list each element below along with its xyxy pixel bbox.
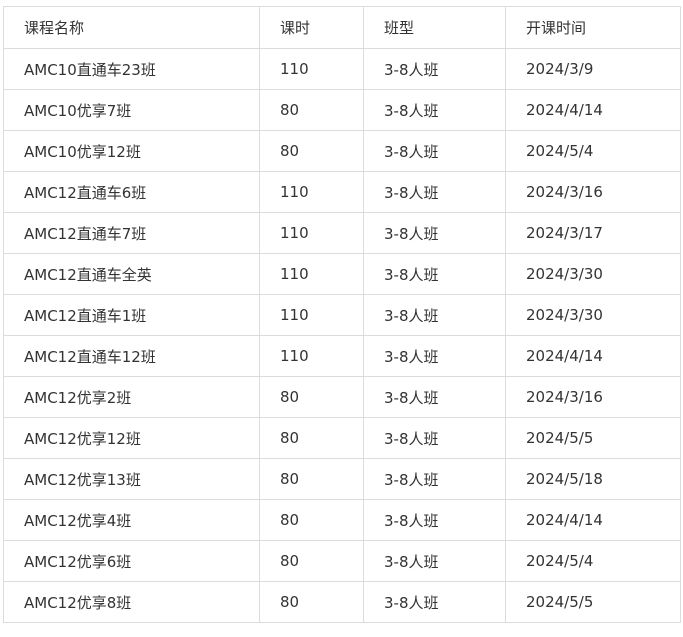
- cell-class-type: 3-8人班: [363, 253, 506, 295]
- cell-start-date: 2024/3/16: [505, 171, 681, 213]
- header-start-date: 开课时间: [505, 6, 681, 49]
- cell-class-type: 3-8人班: [363, 294, 506, 336]
- cell-course-name: AMC12直通车全英: [3, 253, 260, 295]
- header-class-hours: 课时: [259, 6, 364, 49]
- cell-class-hours: 80: [259, 417, 364, 459]
- cell-class-type: 3-8人班: [363, 212, 506, 254]
- cell-class-type: 3-8人班: [363, 540, 506, 582]
- cell-course-name: AMC12优享8班: [3, 581, 260, 623]
- header-course-name: 课程名称: [3, 6, 260, 49]
- cell-class-type: 3-8人班: [363, 417, 506, 459]
- cell-class-hours: 80: [259, 89, 364, 131]
- cell-class-hours: 110: [259, 48, 364, 90]
- cell-class-hours: 80: [259, 130, 364, 172]
- cell-start-date: 2024/5/5: [505, 581, 681, 623]
- cell-class-type: 3-8人班: [363, 499, 506, 541]
- cell-class-type: 3-8人班: [363, 171, 506, 213]
- cell-start-date: 2024/4/14: [505, 335, 681, 377]
- table-row: AMC12优享8班 80 3-8人班 2024/5/5: [3, 581, 681, 623]
- cell-start-date: 2024/3/30: [505, 294, 681, 336]
- cell-course-name: AMC12优享2班: [3, 376, 260, 418]
- cell-class-hours: 110: [259, 335, 364, 377]
- cell-class-type: 3-8人班: [363, 89, 506, 131]
- cell-course-name: AMC12直通车1班: [3, 294, 260, 336]
- table-row: AMC12优享6班 80 3-8人班 2024/5/4: [3, 540, 681, 582]
- cell-course-name: AMC12直通车12班: [3, 335, 260, 377]
- cell-course-name: AMC10优享7班: [3, 89, 260, 131]
- table-row: AMC12直通车1班 110 3-8人班 2024/3/30: [3, 294, 681, 336]
- cell-start-date: 2024/4/14: [505, 89, 681, 131]
- cell-course-name: AMC12直通车6班: [3, 171, 260, 213]
- table-row: AMC12直通车全英 110 3-8人班 2024/3/30: [3, 253, 681, 295]
- table-row: AMC12直通车7班 110 3-8人班 2024/3/17: [3, 212, 681, 254]
- cell-class-hours: 80: [259, 458, 364, 500]
- cell-course-name: AMC12优享12班: [3, 417, 260, 459]
- table-row: AMC10直通车23班 110 3-8人班 2024/3/9: [3, 48, 681, 90]
- cell-class-type: 3-8人班: [363, 458, 506, 500]
- cell-class-hours: 80: [259, 376, 364, 418]
- cell-class-hours: 110: [259, 212, 364, 254]
- cell-class-type: 3-8人班: [363, 48, 506, 90]
- table-row: AMC12优享4班 80 3-8人班 2024/4/14: [3, 499, 681, 541]
- cell-course-name: AMC10直通车23班: [3, 48, 260, 90]
- course-table-container: 课程名称 课时 班型 开课时间 AMC10直通车23班 110 3-8人班 20…: [3, 6, 681, 623]
- table-row: AMC12优享12班 80 3-8人班 2024/5/5: [3, 417, 681, 459]
- cell-start-date: 2024/5/4: [505, 540, 681, 582]
- cell-start-date: 2024/3/16: [505, 376, 681, 418]
- cell-start-date: 2024/5/5: [505, 417, 681, 459]
- cell-class-type: 3-8人班: [363, 376, 506, 418]
- cell-course-name: AMC12直通车7班: [3, 212, 260, 254]
- cell-class-hours: 80: [259, 581, 364, 623]
- cell-start-date: 2024/4/14: [505, 499, 681, 541]
- cell-start-date: 2024/3/17: [505, 212, 681, 254]
- table-header-row: 课程名称 课时 班型 开课时间: [3, 6, 681, 49]
- table-row: AMC12直通车6班 110 3-8人班 2024/3/16: [3, 171, 681, 213]
- cell-course-name: AMC12优享6班: [3, 540, 260, 582]
- cell-start-date: 2024/3/30: [505, 253, 681, 295]
- cell-course-name: AMC10优享12班: [3, 130, 260, 172]
- table-row: AMC12优享13班 80 3-8人班 2024/5/18: [3, 458, 681, 500]
- table-row: AMC12优享2班 80 3-8人班 2024/3/16: [3, 376, 681, 418]
- course-schedule-table: 课程名称 课时 班型 开课时间 AMC10直通车23班 110 3-8人班 20…: [3, 6, 681, 623]
- cell-class-hours: 110: [259, 171, 364, 213]
- table-row: AMC10优享7班 80 3-8人班 2024/4/14: [3, 89, 681, 131]
- cell-class-type: 3-8人班: [363, 335, 506, 377]
- cell-start-date: 2024/5/4: [505, 130, 681, 172]
- cell-class-hours: 110: [259, 294, 364, 336]
- table-row: AMC10优享12班 80 3-8人班 2024/5/4: [3, 130, 681, 172]
- cell-class-hours: 80: [259, 540, 364, 582]
- table-row: AMC12直通车12班 110 3-8人班 2024/4/14: [3, 335, 681, 377]
- cell-course-name: AMC12优享4班: [3, 499, 260, 541]
- header-class-type: 班型: [363, 6, 506, 49]
- cell-class-type: 3-8人班: [363, 581, 506, 623]
- cell-course-name: AMC12优享13班: [3, 458, 260, 500]
- cell-start-date: 2024/3/9: [505, 48, 681, 90]
- cell-class-hours: 110: [259, 253, 364, 295]
- cell-class-hours: 80: [259, 499, 364, 541]
- cell-class-type: 3-8人班: [363, 130, 506, 172]
- cell-start-date: 2024/5/18: [505, 458, 681, 500]
